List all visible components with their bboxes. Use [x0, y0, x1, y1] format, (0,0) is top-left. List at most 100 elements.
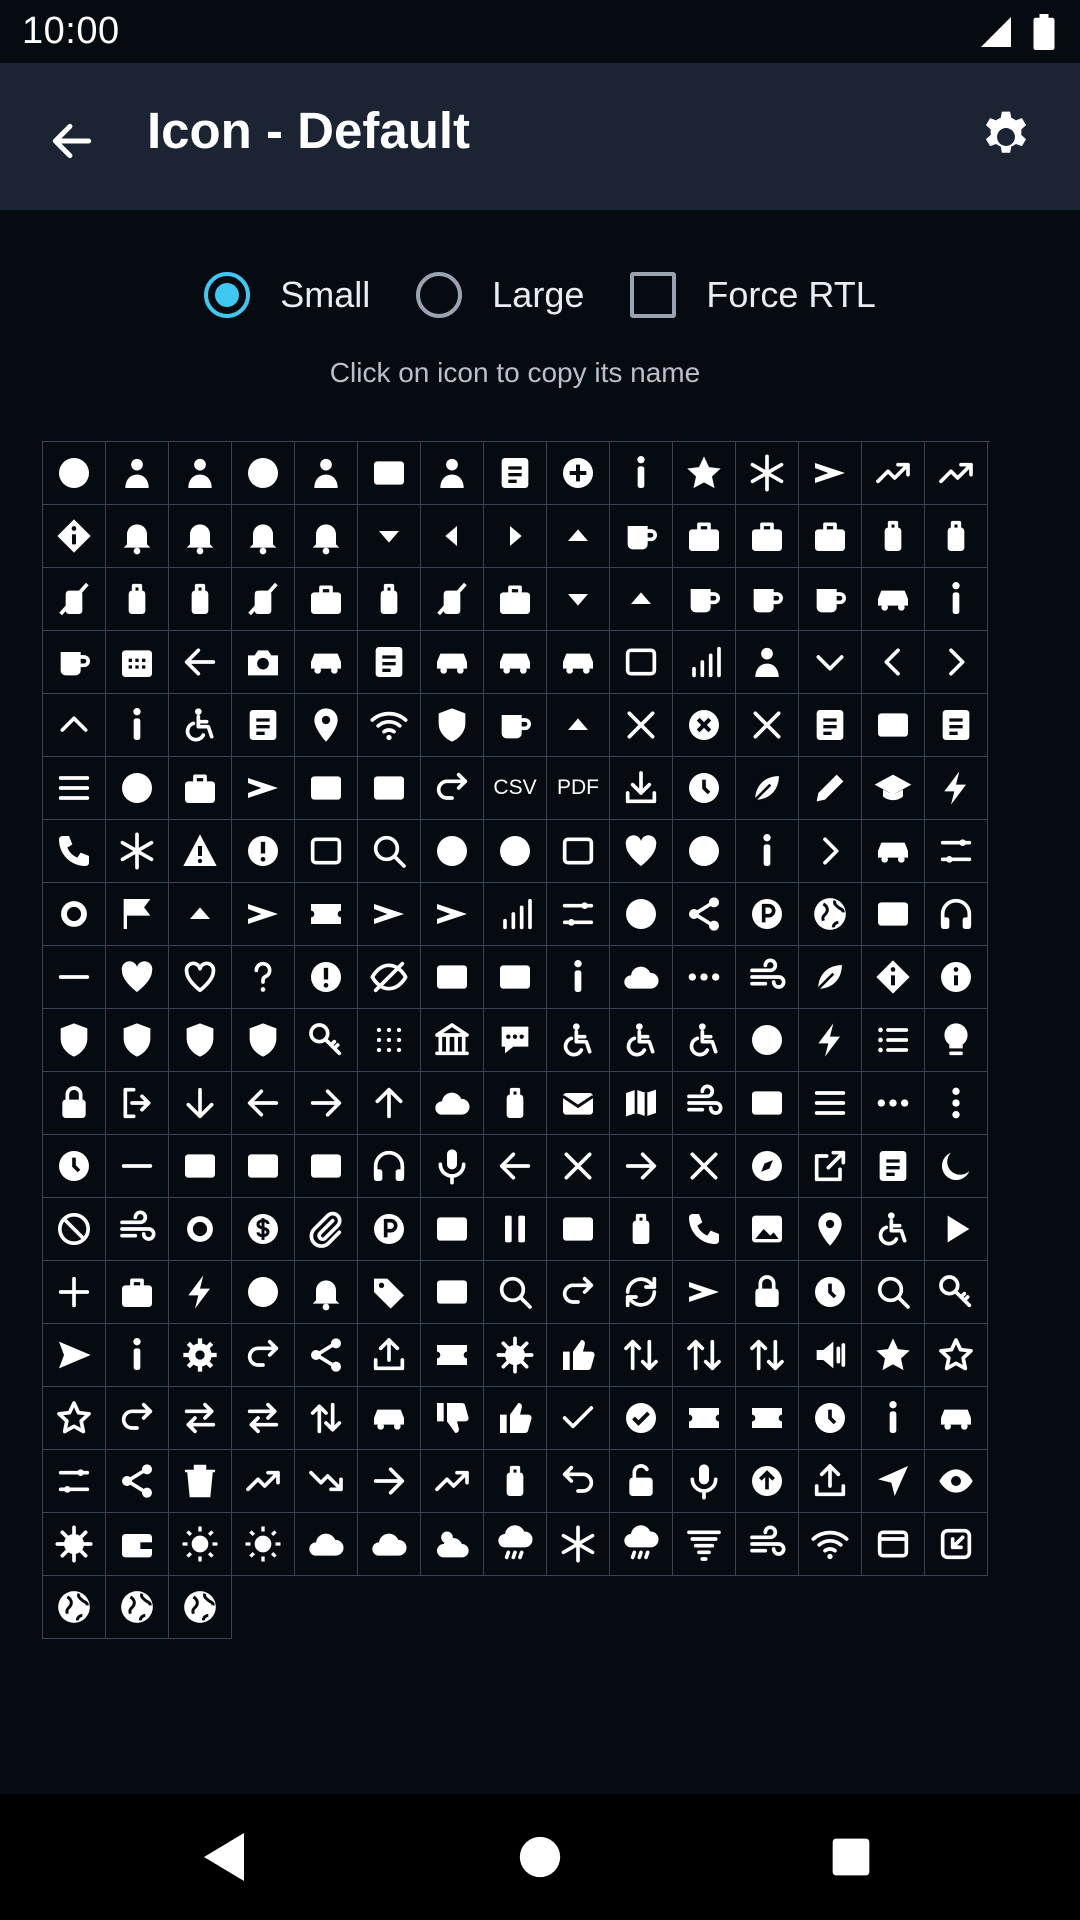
icon-cell[interactable] [169, 694, 232, 757]
icon-cell[interactable] [295, 694, 358, 757]
icon-cell[interactable] [673, 631, 736, 694]
icon-cell[interactable] [736, 568, 799, 631]
nav-back-button[interactable] [191, 1824, 257, 1890]
icon-cell[interactable] [421, 1450, 484, 1513]
icon-cell[interactable] [43, 1072, 106, 1135]
icon-cell[interactable] [43, 505, 106, 568]
icon-cell[interactable] [673, 757, 736, 820]
icon-cell[interactable] [547, 1513, 610, 1576]
icon-cell[interactable] [736, 1009, 799, 1072]
icon-cell[interactable] [232, 1072, 295, 1135]
nav-recents-button[interactable] [818, 1824, 884, 1890]
icon-cell[interactable] [106, 1513, 169, 1576]
icon-cell[interactable] [862, 1324, 925, 1387]
icon-cell[interactable] [799, 883, 862, 946]
icon-cell[interactable] [673, 820, 736, 883]
icon-cell[interactable] [232, 1513, 295, 1576]
icon-cell[interactable] [673, 1513, 736, 1576]
icon-cell[interactable] [862, 694, 925, 757]
icon-cell[interactable] [421, 1009, 484, 1072]
settings-button[interactable] [976, 107, 1036, 167]
icon-cell[interactable] [673, 568, 736, 631]
icon-cell[interactable] [106, 505, 169, 568]
icon-cell[interactable] [295, 631, 358, 694]
checkbox-force-rtl[interactable] [630, 272, 677, 318]
icon-cell[interactable] [925, 1513, 988, 1576]
icon-cell[interactable] [547, 505, 610, 568]
icon-cell[interactable] [862, 946, 925, 1009]
icon-cell[interactable] [43, 1198, 106, 1261]
option-force-rtl[interactable]: Force RTL [630, 272, 876, 318]
icon-cell[interactable] [484, 883, 547, 946]
icon-cell[interactable] [673, 1324, 736, 1387]
icon-cell[interactable] [358, 946, 421, 1009]
icon-cell[interactable] [106, 442, 169, 505]
icon-cell[interactable] [925, 1261, 988, 1324]
icon-cell[interactable] [43, 820, 106, 883]
icon-cell[interactable] [610, 1324, 673, 1387]
icon-cell[interactable] [799, 820, 862, 883]
icon-cell[interactable] [421, 1135, 484, 1198]
icon-cell[interactable] [232, 1450, 295, 1513]
icon-cell[interactable] [484, 694, 547, 757]
icon-cell[interactable] [295, 946, 358, 1009]
icon-cell[interactable] [925, 1324, 988, 1387]
icon-cell[interactable] [232, 568, 295, 631]
icon-cell[interactable] [358, 1072, 421, 1135]
icon-cell[interactable] [106, 883, 169, 946]
icon-cell[interactable] [547, 1198, 610, 1261]
icon-cell[interactable] [43, 1450, 106, 1513]
icon-cell[interactable] [43, 1513, 106, 1576]
icon-cell[interactable] [106, 757, 169, 820]
icon-cell[interactable] [610, 1135, 673, 1198]
icon-cell[interactable] [736, 694, 799, 757]
icon-cell[interactable] [925, 1198, 988, 1261]
icon-cell[interactable] [736, 505, 799, 568]
icon-cell[interactable] [862, 757, 925, 820]
icon-cell[interactable] [421, 1072, 484, 1135]
icon-cell[interactable] [232, 946, 295, 1009]
icon-cell[interactable] [799, 1135, 862, 1198]
icon-cell[interactable] [862, 442, 925, 505]
icon-cell[interactable] [673, 946, 736, 1009]
icon-cell[interactable] [169, 1261, 232, 1324]
icon-cell[interactable] [799, 946, 862, 1009]
icon-cell[interactable] [421, 1513, 484, 1576]
icon-cell[interactable] [547, 694, 610, 757]
icon-cell[interactable] [484, 442, 547, 505]
icon-cell[interactable] [547, 568, 610, 631]
icon-cell[interactable] [925, 631, 988, 694]
icon-cell[interactable] [736, 1198, 799, 1261]
icon-cell[interactable] [799, 1261, 862, 1324]
icon-cell[interactable] [358, 568, 421, 631]
icon-cell[interactable] [610, 1387, 673, 1450]
icon-cell[interactable] [169, 505, 232, 568]
icon-cell[interactable] [232, 1387, 295, 1450]
icon-cell[interactable] [232, 1009, 295, 1072]
icon-cell[interactable] [484, 631, 547, 694]
icon-cell[interactable] [610, 1009, 673, 1072]
icon-cell[interactable] [106, 946, 169, 1009]
icon-cell[interactable] [799, 442, 862, 505]
icon-cell[interactable] [799, 1324, 862, 1387]
radio-small[interactable] [204, 272, 251, 318]
icon-cell[interactable] [421, 1324, 484, 1387]
icon-cell[interactable] [736, 1072, 799, 1135]
icon-cell[interactable] [925, 1135, 988, 1198]
icon-cell[interactable] [169, 1324, 232, 1387]
icon-cell[interactable] [610, 631, 673, 694]
icon-cell[interactable] [799, 1198, 862, 1261]
icon-cell[interactable] [169, 1576, 232, 1639]
icon-cell[interactable] [232, 1198, 295, 1261]
icon-cell[interactable] [736, 946, 799, 1009]
icon-cell[interactable] [862, 1513, 925, 1576]
icon-cell[interactable] [106, 1450, 169, 1513]
icon-cell[interactable] [610, 946, 673, 1009]
icon-cell[interactable] [736, 883, 799, 946]
icon-cell[interactable] [358, 1135, 421, 1198]
icon-cell[interactable] [295, 1009, 358, 1072]
icon-cell[interactable] [799, 1072, 862, 1135]
icon-cell[interactable] [484, 1261, 547, 1324]
icon-cell[interactable] [925, 1009, 988, 1072]
icon-cell[interactable] [610, 568, 673, 631]
